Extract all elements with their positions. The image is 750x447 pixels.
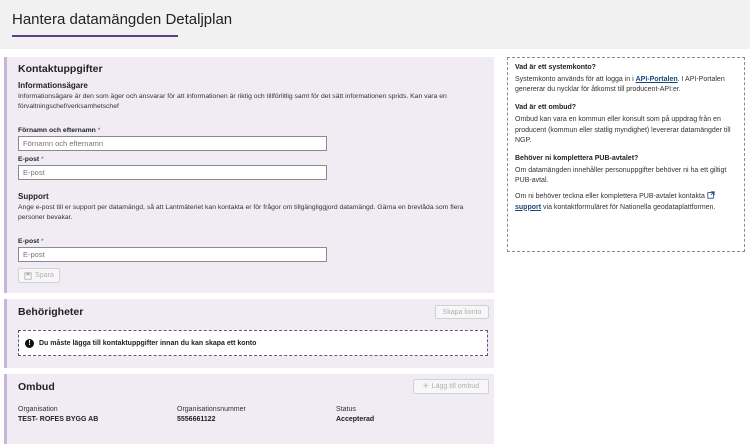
contact-panel: Kontaktuppgifter Informationsägare Infor…	[4, 57, 494, 293]
cell-orgnumber: 5556661122	[177, 416, 216, 423]
permissions-panel: Behörigheter Skapa konto ! Du måste lägg…	[4, 299, 494, 368]
info-a1: Systemkonto används för att logga in i A…	[515, 76, 725, 94]
save-icon	[24, 271, 32, 280]
save-label: Spara	[35, 272, 54, 279]
owner-description: Informationsägare är den som äger och an…	[18, 93, 447, 110]
plus-icon: +	[422, 381, 429, 392]
create-account-label: Skapa konto	[442, 308, 482, 316]
external-link-icon	[707, 191, 715, 200]
permissions-notice-text: Du måste lägga till kontaktuppgifter inn…	[39, 339, 257, 347]
page-title: Hantera datamängden Detaljplan	[12, 11, 233, 28]
owner-heading: Informationsägare	[18, 81, 88, 90]
support-heading: Support	[18, 192, 49, 201]
info-q2: Vad är ett ombud?	[515, 104, 577, 112]
col-header-status: Status	[336, 406, 356, 413]
add-ombud-label: Lägg till ombud	[431, 383, 480, 390]
info-q3: Behöver ni komplettera PUB-avtalet?	[515, 155, 639, 163]
support-email-label: E-post *	[18, 238, 44, 245]
info-box: Vad är ett systemkonto? Systemkonto anvä…	[507, 57, 745, 252]
owner-name-label: Förnamn och efternamn *	[18, 127, 101, 134]
support-email-input[interactable]	[18, 247, 327, 262]
cell-status: Accepterad	[336, 416, 375, 423]
col-header-orgnumber: Organisationsnummer	[177, 406, 246, 413]
info-a2: Ombud kan vara en kommun eller konsult s…	[515, 116, 731, 144]
save-button[interactable]: Spara	[18, 268, 60, 283]
contact-title: Kontaktuppgifter	[18, 63, 103, 75]
info-a3: Om datamängden innehåller personuppgifte…	[515, 167, 727, 185]
support-link[interactable]: support	[515, 204, 541, 211]
exclamation-icon: !	[25, 338, 34, 348]
api-portal-link[interactable]: API-Portalen	[636, 76, 678, 83]
owner-email-label: E-post *	[18, 156, 44, 163]
title-underline	[12, 35, 178, 37]
add-ombud-button[interactable]: + Lägg till ombud	[413, 379, 489, 394]
owner-email-input[interactable]	[18, 165, 327, 180]
info-a4: Om ni behöver teckna eller komplettera P…	[515, 191, 716, 211]
col-header-organisation: Organisation	[18, 406, 58, 413]
ombud-panel: Ombud + Lägg till ombud Organisation TES…	[4, 374, 494, 444]
permissions-notice: ! Du måste lägga till kontaktuppgifter i…	[18, 330, 488, 356]
support-description: Ange e-post till er support per datamäng…	[18, 204, 464, 221]
cell-organisation: TEST- ROFES BYGG AB	[18, 416, 99, 423]
col-organisation: Organisation TEST- ROFES BYGG AB	[18, 406, 98, 423]
create-account-button[interactable]: Skapa konto	[435, 305, 489, 319]
ombud-title: Ombud	[18, 381, 55, 393]
info-q1: Vad är ett systemkonto?	[515, 64, 596, 71]
col-orgnumber: Organisationsnummer 5556661122	[177, 406, 246, 423]
permissions-title: Behörigheter	[18, 306, 84, 318]
col-status: Status Accepterad	[336, 406, 374, 423]
page-header: Hantera datamängden Detaljplan	[0, 0, 750, 49]
owner-name-input[interactable]	[18, 136, 327, 151]
